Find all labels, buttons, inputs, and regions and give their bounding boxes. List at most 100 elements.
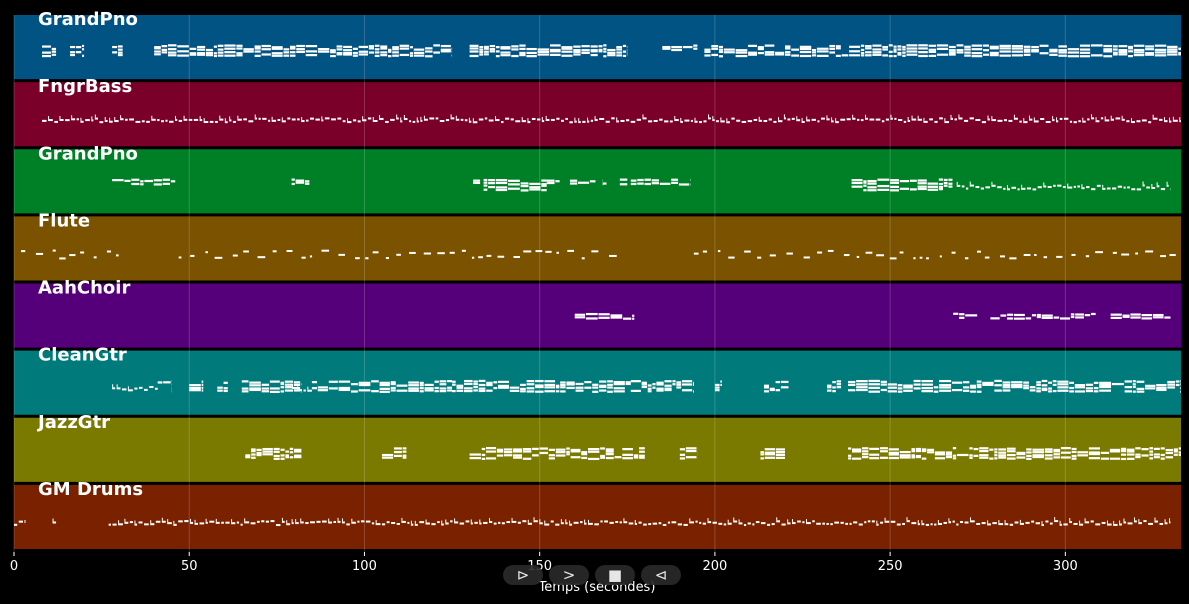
note [197,53,206,56]
note [1136,390,1145,393]
note [272,250,277,253]
note [343,49,353,52]
note [625,382,631,386]
note [639,456,645,459]
note [1164,316,1171,319]
note [918,51,928,54]
stop-button[interactable]: ■ [595,565,635,585]
note [1152,316,1164,319]
note [934,453,946,456]
note [851,185,863,188]
note [343,45,353,49]
note [943,181,948,185]
note [985,186,990,189]
note [414,523,418,526]
note [131,178,140,181]
note [1063,117,1069,120]
note [495,55,500,58]
note [872,48,882,51]
note [52,521,57,524]
note [80,120,84,123]
note [115,254,119,257]
note [1160,447,1165,450]
note [921,523,925,526]
note [1135,252,1139,255]
note [616,51,623,54]
note [613,380,625,384]
note [251,453,256,456]
note [718,45,723,49]
note [106,250,112,253]
note [465,520,470,523]
note [880,450,888,453]
note [291,178,295,181]
note [644,178,651,181]
note [375,520,377,524]
note [71,115,73,119]
note [652,383,656,386]
note [1167,380,1175,384]
note [909,179,917,182]
note [1019,522,1024,525]
note [380,54,388,57]
note [1145,53,1154,56]
note [527,118,529,122]
note [1002,381,1011,384]
note [1057,386,1069,389]
note [927,185,939,188]
note [1100,117,1104,120]
note [851,179,863,182]
note [890,520,896,523]
note [1025,521,1030,524]
note [447,389,453,392]
note [317,48,330,51]
note [48,116,50,120]
note [882,54,888,57]
note [478,383,486,387]
note [998,520,1000,524]
note [827,249,834,252]
note [1110,313,1122,316]
note [1132,390,1136,393]
note [217,54,224,57]
note [489,48,496,51]
note [835,47,841,50]
note [434,386,439,390]
note [981,522,986,525]
play-forward-button[interactable]: ⊳ [503,565,543,585]
note [1026,451,1032,454]
note [906,53,918,56]
note [545,118,550,121]
note [484,53,489,56]
note [659,118,663,121]
note [1044,448,1053,451]
next-button[interactable]: > [549,565,589,585]
note [526,380,535,383]
note [862,447,869,450]
note [1100,451,1110,454]
note [602,182,607,185]
note [365,257,369,260]
note [829,51,836,54]
note [616,120,619,123]
note [630,179,637,182]
note [379,390,390,393]
note [488,119,494,122]
note [653,119,658,122]
note [1124,386,1132,389]
note [419,381,424,384]
note [305,522,309,525]
note [297,389,303,392]
note [944,121,949,124]
note [644,182,651,186]
note [124,521,129,524]
note [517,521,521,524]
note [692,383,694,387]
note [1134,520,1137,523]
note [566,450,570,454]
note [1074,390,1086,393]
note [994,384,1002,387]
note [903,386,913,389]
note [964,257,969,260]
play-back-button[interactable]: ⊲ [641,565,681,585]
